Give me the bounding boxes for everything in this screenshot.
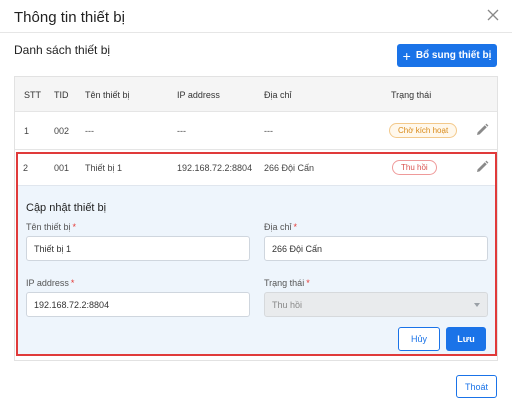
column-header-tid: TID: [54, 90, 69, 100]
add-device-button[interactable]: + Bổ sung thiết bị: [397, 44, 497, 67]
column-header-address: Địa chỉ: [264, 90, 292, 100]
cell-ip: ---: [177, 126, 186, 136]
column-header-stt: STT: [24, 90, 41, 100]
address-input[interactable]: [264, 236, 488, 261]
plus-icon: +: [402, 47, 411, 64]
table-header: STT TID Tên thiết bị IP address Địa chỉ …: [15, 77, 497, 112]
required-mark: *: [306, 278, 310, 288]
device-name-input[interactable]: [26, 236, 250, 261]
cell-tid: 002: [54, 126, 70, 136]
status-badge: Chờ kích hoạt: [389, 123, 458, 138]
name-label-text: Tên thiết bị: [26, 222, 71, 232]
table-row: 1 002 --- --- --- Chờ kích hoạt: [15, 112, 497, 150]
chevron-down-icon: [474, 303, 480, 307]
add-device-label: Bổ sung thiết bị: [415, 50, 492, 61]
name-label: Tên thiết bị *: [26, 222, 76, 232]
ip-label-text: IP address: [26, 278, 69, 288]
section-title: Danh sách thiết bị: [14, 43, 111, 57]
pencil-icon[interactable]: [474, 122, 490, 138]
address-label: Địa chỉ *: [264, 222, 297, 232]
status-select-value: Thu hồi: [272, 299, 303, 310]
column-header-status: Trạng thái: [391, 90, 432, 100]
table-row[interactable]: 2 001 Thiết bị 1 192.168.72.2:8804 266 Đ…: [18, 154, 495, 185]
status-label: Trạng thái *: [264, 278, 310, 288]
dialog-title: Thông tin thiết bị: [14, 9, 125, 26]
selected-row-editor: 2 001 Thiết bị 1 192.168.72.2:8804 266 Đ…: [16, 152, 497, 356]
header-divider: [0, 32, 512, 33]
column-header-ip: IP address: [177, 90, 220, 100]
cancel-button[interactable]: Hủy: [398, 327, 440, 351]
required-mark: *: [293, 222, 298, 232]
required-mark: *: [72, 222, 77, 232]
status-select[interactable]: Thu hồi: [264, 292, 488, 317]
save-button[interactable]: Lưu: [446, 327, 486, 351]
column-header-name: Tên thiết bị: [85, 90, 130, 100]
cell-tid: 001: [54, 163, 70, 173]
cell-address: 266 Đội Cấn: [264, 163, 315, 173]
cell-name: ---: [85, 126, 94, 136]
form-title: Cập nhật thiết bị: [26, 202, 107, 214]
edit-form: Cập nhật thiết bị Tên thiết bị* Địa chỉ*…: [18, 185, 495, 354]
pencil-icon[interactable]: [474, 159, 490, 175]
cell-stt: 1: [24, 126, 30, 136]
cell-stt: 2: [23, 163, 29, 173]
cell-address: ---: [264, 126, 273, 136]
ip-address-input[interactable]: [26, 292, 250, 317]
cell-name: Thiết bị 1: [85, 163, 123, 173]
cell-ip: 192.168.72.2:8804: [177, 163, 253, 173]
close-icon[interactable]: [485, 7, 501, 23]
status-label-text: Trạng thái: [264, 278, 305, 288]
ip-label: IP address *: [26, 278, 74, 288]
status-badge: Thu hồi: [392, 160, 437, 175]
exit-button[interactable]: Thoát: [456, 375, 497, 398]
address-label-text: Địa chỉ: [264, 222, 292, 232]
required-mark: *: [70, 278, 75, 288]
